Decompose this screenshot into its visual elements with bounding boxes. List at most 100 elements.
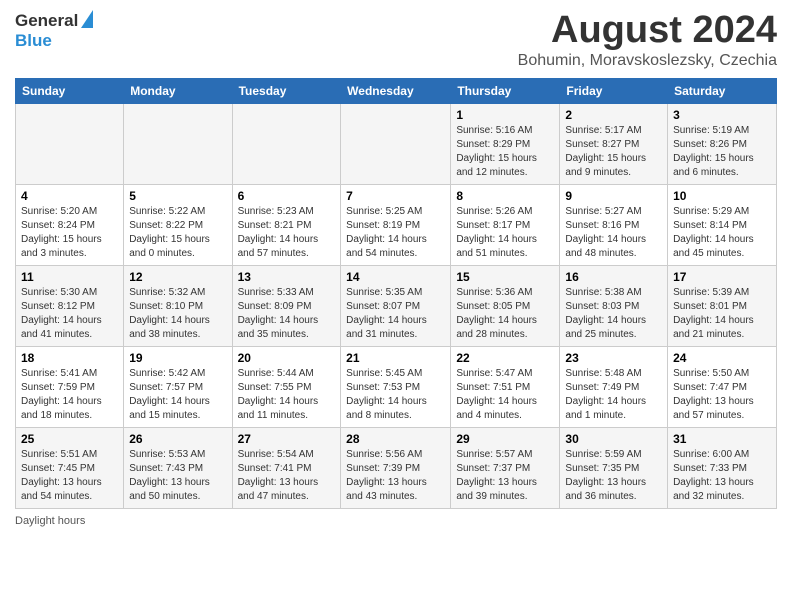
col-monday: Monday (124, 78, 232, 103)
day-info: Sunrise: 5:35 AMSunset: 8:07 PMDaylight:… (346, 286, 445, 342)
col-saturday: Saturday (668, 78, 777, 103)
day-number: 5 (129, 189, 226, 203)
table-row (124, 103, 232, 184)
day-number: 10 (673, 189, 771, 203)
table-row (232, 103, 341, 184)
col-sunday: Sunday (16, 78, 124, 103)
day-number: 21 (346, 351, 445, 365)
table-row: 7 Sunrise: 5:25 AMSunset: 8:19 PMDaylight… (341, 184, 451, 265)
calendar-week-row: 18 Sunrise: 5:41 AMSunset: 7:59 PMDayligh… (16, 346, 777, 427)
day-number: 2 (565, 108, 662, 122)
day-info: Sunrise: 5:27 AMSunset: 8:16 PMDaylight:… (565, 205, 662, 261)
day-info: Sunrise: 5:25 AMSunset: 8:19 PMDaylight:… (346, 205, 445, 261)
col-wednesday: Wednesday (341, 78, 451, 103)
table-row: 23Sunrise: 5:48 AMSunset: 7:49 PMDayligh… (560, 346, 668, 427)
table-row: 12 Sunrise: 5:32 AMSunset: 8:10 PMDayligh… (124, 265, 232, 346)
day-info: Sunrise: 5:53 AMSunset: 7:43 PMDaylight:… (129, 448, 226, 504)
table-row: 27 Sunrise: 5:54 AMSunset: 7:41 PMDayligh… (232, 427, 341, 508)
day-number: 8 (456, 189, 554, 203)
day-info: Sunrise: 5:23 AMSunset: 8:21 PMDaylight:… (238, 205, 336, 261)
table-row: 21 Sunrise: 5:45 AMSunset: 7:53 PMDayligh… (341, 346, 451, 427)
day-number: 12 (129, 270, 226, 284)
logo-blue-text: Blue (15, 31, 52, 50)
col-thursday: Thursday (451, 78, 560, 103)
table-row: 11 Sunrise: 5:30 AMSunset: 8:12 PMDayligh… (16, 265, 124, 346)
table-row: 26 Sunrise: 5:53 AMSunset: 7:43 PMDayligh… (124, 427, 232, 508)
daylight-label: Daylight hours (15, 515, 85, 527)
day-number: 7 (346, 189, 445, 203)
table-row: 22Sunrise: 5:47 AMSunset: 7:51 PMDayligh… (451, 346, 560, 427)
day-info: Sunrise: 5:33 AMSunset: 8:09 PMDaylight:… (238, 286, 336, 342)
day-info: Sunrise: 5:36 AMSunset: 8:05 PMDaylight:… (456, 286, 554, 342)
day-info: Sunrise: 5:16 AMSunset: 8:29 PMDaylight:… (456, 124, 554, 180)
table-row: 1 Sunrise: 5:16 AMSunset: 8:29 PMDaylight… (451, 103, 560, 184)
table-row: 28Sunrise: 5:56 AMSunset: 7:39 PMDayligh… (341, 427, 451, 508)
day-info: Sunrise: 5:50 AMSunset: 7:47 PMDaylight:… (673, 367, 771, 423)
table-row: 25 Sunrise: 5:51 AMSunset: 7:45 PMDayligh… (16, 427, 124, 508)
table-row (341, 103, 451, 184)
calendar-week-row: 11 Sunrise: 5:30 AMSunset: 8:12 PMDayligh… (16, 265, 777, 346)
day-info: Sunrise: 5:45 AMSunset: 7:53 PMDaylight:… (346, 367, 445, 423)
day-number: 1 (456, 108, 554, 122)
logo-general-text: General (15, 11, 78, 31)
day-info: Sunrise: 5:56 AMSunset: 7:39 PMDaylight:… (346, 448, 445, 504)
calendar-week-row: 1 Sunrise: 5:16 AMSunset: 8:29 PMDaylight… (16, 103, 777, 184)
day-info: Sunrise: 5:19 AMSunset: 8:26 PMDaylight:… (673, 124, 771, 180)
day-info: Sunrise: 5:32 AMSunset: 8:10 PMDaylight:… (129, 286, 226, 342)
table-row: 2Sunrise: 5:17 AMSunset: 8:27 PMDaylight… (560, 103, 668, 184)
day-number: 16 (565, 270, 662, 284)
day-info: Sunrise: 5:20 AMSunset: 8:24 PMDaylight:… (21, 205, 118, 261)
title-block: August 2024 Bohumin, Moravskoslezsky, Cz… (518, 10, 777, 70)
col-tuesday: Tuesday (232, 78, 341, 103)
day-number: 15 (456, 270, 554, 284)
table-row: 8Sunrise: 5:26 AMSunset: 8:17 PMDaylight… (451, 184, 560, 265)
subtitle: Bohumin, Moravskoslezsky, Czechia (518, 52, 777, 70)
day-number: 17 (673, 270, 771, 284)
table-row: 31Sunrise: 6:00 AMSunset: 7:33 PMDayligh… (668, 427, 777, 508)
day-number: 3 (673, 108, 771, 122)
day-number: 26 (129, 432, 226, 446)
day-number: 25 (21, 432, 118, 446)
calendar-header-row: Sunday Monday Tuesday Wednesday Thursday… (16, 78, 777, 103)
table-row: 10 Sunrise: 5:29 AMSunset: 8:14 PMDayligh… (668, 184, 777, 265)
table-row: 15 Sunrise: 5:36 AMSunset: 8:05 PMDayligh… (451, 265, 560, 346)
table-row: 6Sunrise: 5:23 AMSunset: 8:21 PMDaylight… (232, 184, 341, 265)
main-title: August 2024 (518, 10, 777, 52)
day-info: Sunrise: 5:38 AMSunset: 8:03 PMDaylight:… (565, 286, 662, 342)
day-number: 19 (129, 351, 226, 365)
table-row: 17 Sunrise: 5:39 AMSunset: 8:01 PMDayligh… (668, 265, 777, 346)
day-info: Sunrise: 5:51 AMSunset: 7:45 PMDaylight:… (21, 448, 118, 504)
table-row: 29 Sunrise: 5:57 AMSunset: 7:37 PMDayligh… (451, 427, 560, 508)
calendar-table: Sunday Monday Tuesday Wednesday Thursday… (15, 78, 777, 509)
day-info: Sunrise: 5:42 AMSunset: 7:57 PMDaylight:… (129, 367, 226, 423)
day-number: 29 (456, 432, 554, 446)
calendar-week-row: 4Sunrise: 5:20 AMSunset: 8:24 PMDaylight… (16, 184, 777, 265)
day-info: Sunrise: 5:39 AMSunset: 8:01 PMDaylight:… (673, 286, 771, 342)
day-number: 23 (565, 351, 662, 365)
day-number: 27 (238, 432, 336, 446)
day-info: Sunrise: 5:57 AMSunset: 7:37 PMDaylight:… (456, 448, 554, 504)
table-row: 20Sunrise: 5:44 AMSunset: 7:55 PMDayligh… (232, 346, 341, 427)
day-info: Sunrise: 5:29 AMSunset: 8:14 PMDaylight:… (673, 205, 771, 261)
day-info: Sunrise: 5:54 AMSunset: 7:41 PMDaylight:… (238, 448, 336, 504)
day-info: Sunrise: 5:22 AMSunset: 8:22 PMDaylight:… (129, 205, 226, 261)
day-info: Sunrise: 5:30 AMSunset: 8:12 PMDaylight:… (21, 286, 118, 342)
day-number: 20 (238, 351, 336, 365)
table-row: 18 Sunrise: 5:41 AMSunset: 7:59 PMDayligh… (16, 346, 124, 427)
table-row: 4Sunrise: 5:20 AMSunset: 8:24 PMDaylight… (16, 184, 124, 265)
page-header: General Blue August 2024 Bohumin, Moravs… (15, 10, 777, 70)
logo-triangle-icon (79, 10, 93, 28)
day-number: 30 (565, 432, 662, 446)
table-row: 16 Sunrise: 5:38 AMSunset: 8:03 PMDayligh… (560, 265, 668, 346)
day-info: Sunrise: 5:59 AMSunset: 7:35 PMDaylight:… (565, 448, 662, 504)
table-row (16, 103, 124, 184)
table-row: 3 Sunrise: 5:19 AMSunset: 8:26 PMDaylight… (668, 103, 777, 184)
day-number: 9 (565, 189, 662, 203)
day-number: 18 (21, 351, 118, 365)
day-number: 31 (673, 432, 771, 446)
day-number: 24 (673, 351, 771, 365)
day-number: 11 (21, 270, 118, 284)
day-info: Sunrise: 5:41 AMSunset: 7:59 PMDaylight:… (21, 367, 118, 423)
table-row: 9 Sunrise: 5:27 AMSunset: 8:16 PMDaylight… (560, 184, 668, 265)
day-info: Sunrise: 5:47 AMSunset: 7:51 PMDaylight:… (456, 367, 554, 423)
